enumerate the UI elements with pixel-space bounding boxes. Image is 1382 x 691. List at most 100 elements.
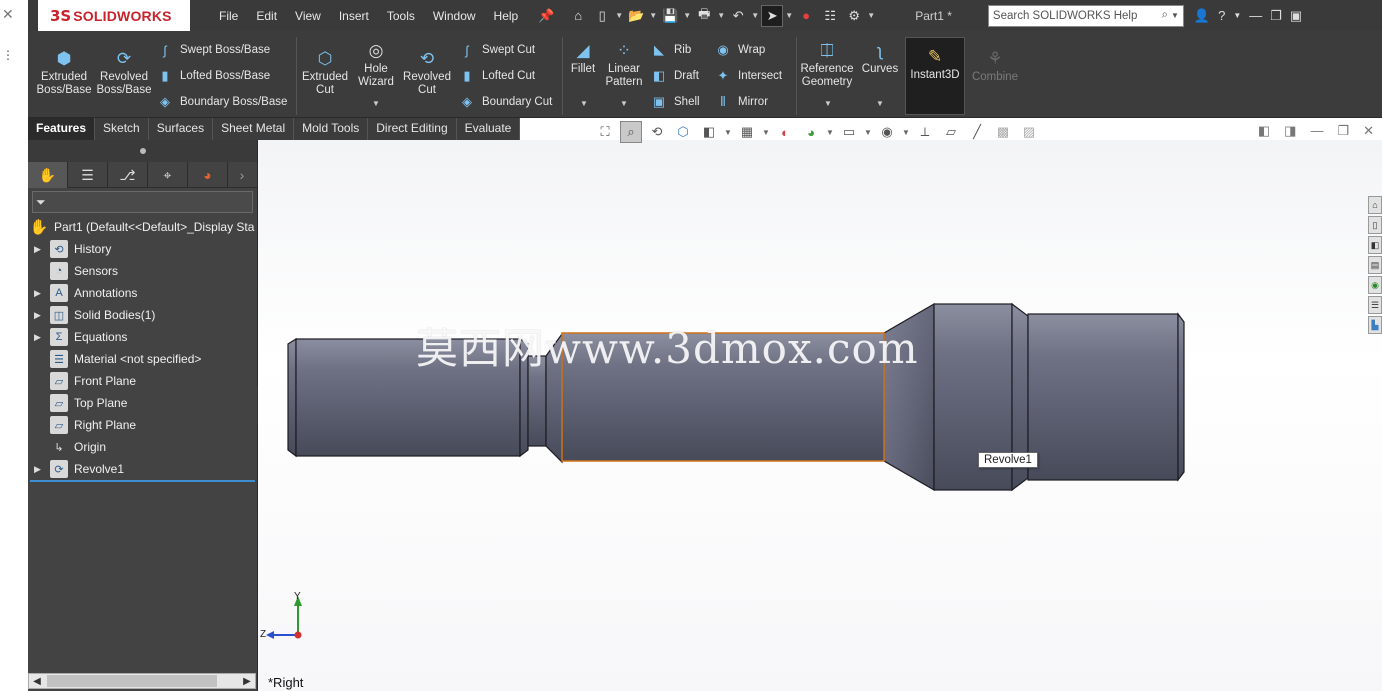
- print-icon[interactable]: 🖶: [693, 5, 715, 27]
- undo-icon[interactable]: ↶: [727, 5, 749, 27]
- panel-more-chevron-icon[interactable]: ›: [228, 162, 256, 188]
- tree-item-equations[interactable]: ▶ Σ Equations: [28, 326, 257, 348]
- task-pane-file-explorer-icon[interactable]: ▤: [1368, 256, 1382, 274]
- scroll-thumb[interactable]: [47, 675, 217, 687]
- swept-boss-button[interactable]: ʃ Swept Boss/Base: [156, 41, 271, 59]
- tree-item-sensors[interactable]: ◔ Sensors: [28, 260, 257, 282]
- lofted-cut-button[interactable]: ▮ Lofted Cut: [458, 67, 535, 85]
- select-dropdown-icon[interactable]: ▼: [785, 11, 793, 20]
- tab-features[interactable]: Features: [28, 118, 96, 140]
- part-model-canvas[interactable]: [258, 140, 1382, 691]
- curves-button[interactable]: ʅ Curves: [860, 39, 900, 76]
- shell-button[interactable]: ▣ Shell: [650, 93, 700, 111]
- combine-button[interactable]: ⚘ Combine: [970, 47, 1020, 84]
- options-gear-icon[interactable]: ⚙: [843, 5, 865, 27]
- tab-surfaces[interactable]: Surfaces: [148, 118, 214, 140]
- fillet-button[interactable]: ◢ Fillet: [566, 39, 600, 76]
- task-pane-home-icon[interactable]: ⌂: [1368, 196, 1382, 214]
- expand-arrow-icon[interactable]: ▶: [34, 288, 46, 299]
- scroll-right-icon[interactable]: ▶: [239, 676, 255, 687]
- expand-arrow-icon[interactable]: ▶: [34, 464, 46, 475]
- rib-button[interactable]: ◣ Rib: [650, 41, 691, 59]
- task-pane-design-library-icon[interactable]: ◧: [1368, 236, 1382, 254]
- tab-mold-tools[interactable]: Mold Tools: [294, 118, 369, 140]
- tree-root-part[interactable]: ✋ Part1 (Default<<Default>_Display Sta: [28, 216, 257, 238]
- tree-item-annotations[interactable]: ▶ A Annotations: [28, 282, 257, 304]
- curves-dropdown-icon[interactable]: ▼: [876, 99, 884, 108]
- undo-dropdown-icon[interactable]: ▼: [751, 11, 759, 20]
- intersect-button[interactable]: ✦ Intersect: [714, 67, 783, 85]
- viewport-minimize-icon[interactable]: —: [1310, 123, 1323, 139]
- feature-manager-tab-icon[interactable]: ✋: [28, 162, 68, 188]
- open-dropdown-icon[interactable]: ▼: [649, 11, 657, 20]
- task-pane-custom-properties-icon[interactable]: ☰: [1368, 296, 1382, 314]
- panel-horizontal-scrollbar[interactable]: ◀ ▶: [28, 673, 256, 689]
- configuration-manager-tab-icon[interactable]: ⎇: [108, 162, 148, 188]
- close-icon[interactable]: ✕: [2, 6, 14, 23]
- display-manager-tab-icon[interactable]: ◕: [188, 162, 228, 188]
- open-icon[interactable]: 📂: [625, 5, 647, 27]
- menu-tools[interactable]: Tools: [378, 9, 424, 23]
- tab-evaluate[interactable]: Evaluate: [456, 118, 521, 140]
- help-search-input[interactable]: Search SOLIDWORKS Help ⌕ ▼: [987, 4, 1184, 27]
- expand-arrow-icon[interactable]: ▶: [34, 332, 46, 343]
- search-icon[interactable]: ⌕: [1162, 9, 1168, 22]
- expand-arrow-icon[interactable]: ▶: [34, 310, 46, 321]
- tree-item-solid-bodies[interactable]: ▶ ◫ Solid Bodies(1): [28, 304, 257, 326]
- lofted-boss-button[interactable]: ▮ Lofted Boss/Base: [156, 67, 270, 85]
- viewport-close-icon[interactable]: ✕: [1363, 123, 1374, 139]
- draft-button[interactable]: ◧ Draft: [650, 67, 699, 85]
- tree-item-right-plane[interactable]: ▱ Right Plane: [28, 414, 257, 436]
- graphics-area[interactable]: ⛶ ⌕ ⟲ ⬡ ◧ ▼ ▦ ▼ ◐ ◕ ▼ ▭ ▼ ◉ ▼ ⟂ ▱ ╱ ▩ ▨ ◧ ◨ —…: [258, 121, 1382, 691]
- menu-view[interactable]: View: [286, 9, 330, 23]
- more-icon[interactable]: ⋮: [2, 48, 14, 62]
- panel-grip[interactable]: [28, 140, 257, 162]
- menu-window[interactable]: Window: [424, 9, 485, 23]
- tree-item-revolve1[interactable]: ▶ ⟳ Revolve1: [28, 458, 257, 480]
- extruded-cut-button[interactable]: ⬡ Extruded Cut: [298, 47, 352, 97]
- tree-filter-input[interactable]: ⏷: [32, 191, 253, 213]
- menu-help[interactable]: Help: [485, 9, 528, 23]
- restore-icon[interactable]: ❐: [1270, 8, 1282, 24]
- solidworks-logo[interactable]: 3S SOLIDWORKS: [38, 0, 190, 31]
- pin-icon[interactable]: 📌: [535, 5, 557, 27]
- tab-sheet-metal[interactable]: Sheet Metal: [213, 118, 295, 140]
- expand-arrow-icon[interactable]: ▶: [34, 244, 46, 255]
- user-icon[interactable]: 👤: [1194, 8, 1210, 24]
- extruded-boss-button[interactable]: ⬢ Extruded Boss/Base: [36, 47, 92, 97]
- collapse-right-icon[interactable]: ◨: [1284, 123, 1296, 139]
- boundary-cut-button[interactable]: ◈ Boundary Cut: [458, 93, 552, 111]
- hole-wizard-button[interactable]: ◎ Hole Wizard: [350, 39, 402, 89]
- home-icon[interactable]: ⌂: [567, 5, 589, 27]
- tree-item-front-plane[interactable]: ▱ Front Plane: [28, 370, 257, 392]
- collapse-left-icon[interactable]: ◧: [1258, 123, 1270, 139]
- tab-direct-editing[interactable]: Direct Editing: [368, 118, 457, 140]
- mirror-button[interactable]: ⫴ Mirror: [714, 93, 768, 111]
- revolved-cut-button[interactable]: ⟲ Revolved Cut: [400, 47, 454, 97]
- reference-geometry-button[interactable]: ⎅ Reference Geometry: [798, 39, 856, 89]
- boundary-boss-button[interactable]: ◈ Boundary Boss/Base: [156, 93, 287, 111]
- help-dropdown-icon[interactable]: ▼: [1233, 11, 1241, 20]
- select-cursor-icon[interactable]: ➤: [761, 4, 784, 27]
- options-dropdown-icon[interactable]: ▼: [867, 11, 875, 20]
- tree-item-origin[interactable]: ↳ Origin: [28, 436, 257, 458]
- revolved-boss-button[interactable]: ⟳ Revolved Boss/Base: [96, 47, 152, 97]
- hole-wizard-dropdown-icon[interactable]: ▼: [372, 99, 380, 108]
- wrap-button[interactable]: ◉ Wrap: [714, 41, 765, 59]
- task-pane-appearances-icon[interactable]: ◉: [1368, 276, 1382, 294]
- tab-sketch[interactable]: Sketch: [95, 118, 149, 140]
- maximize-icon[interactable]: ▣: [1290, 8, 1302, 24]
- task-pane-view-palette-icon[interactable]: ▙: [1368, 316, 1382, 334]
- rollback-bar[interactable]: [30, 480, 255, 482]
- dimxpert-tab-icon[interactable]: ⌖: [148, 162, 188, 188]
- tree-item-material[interactable]: ☰ Material <not specified>: [28, 348, 257, 370]
- menu-insert[interactable]: Insert: [330, 9, 378, 23]
- menu-file[interactable]: File: [210, 9, 247, 23]
- minimize-icon[interactable]: —: [1249, 8, 1262, 23]
- rebuild-traffic-light-icon[interactable]: ●: [795, 5, 817, 27]
- print-dropdown-icon[interactable]: ▼: [717, 11, 725, 20]
- instant3d-button[interactable]: ✎ Instant3D: [905, 45, 965, 82]
- property-manager-tab-icon[interactable]: ☰: [68, 162, 108, 188]
- reference-geometry-dropdown-icon[interactable]: ▼: [824, 99, 832, 108]
- new-dropdown-icon[interactable]: ▼: [615, 11, 623, 20]
